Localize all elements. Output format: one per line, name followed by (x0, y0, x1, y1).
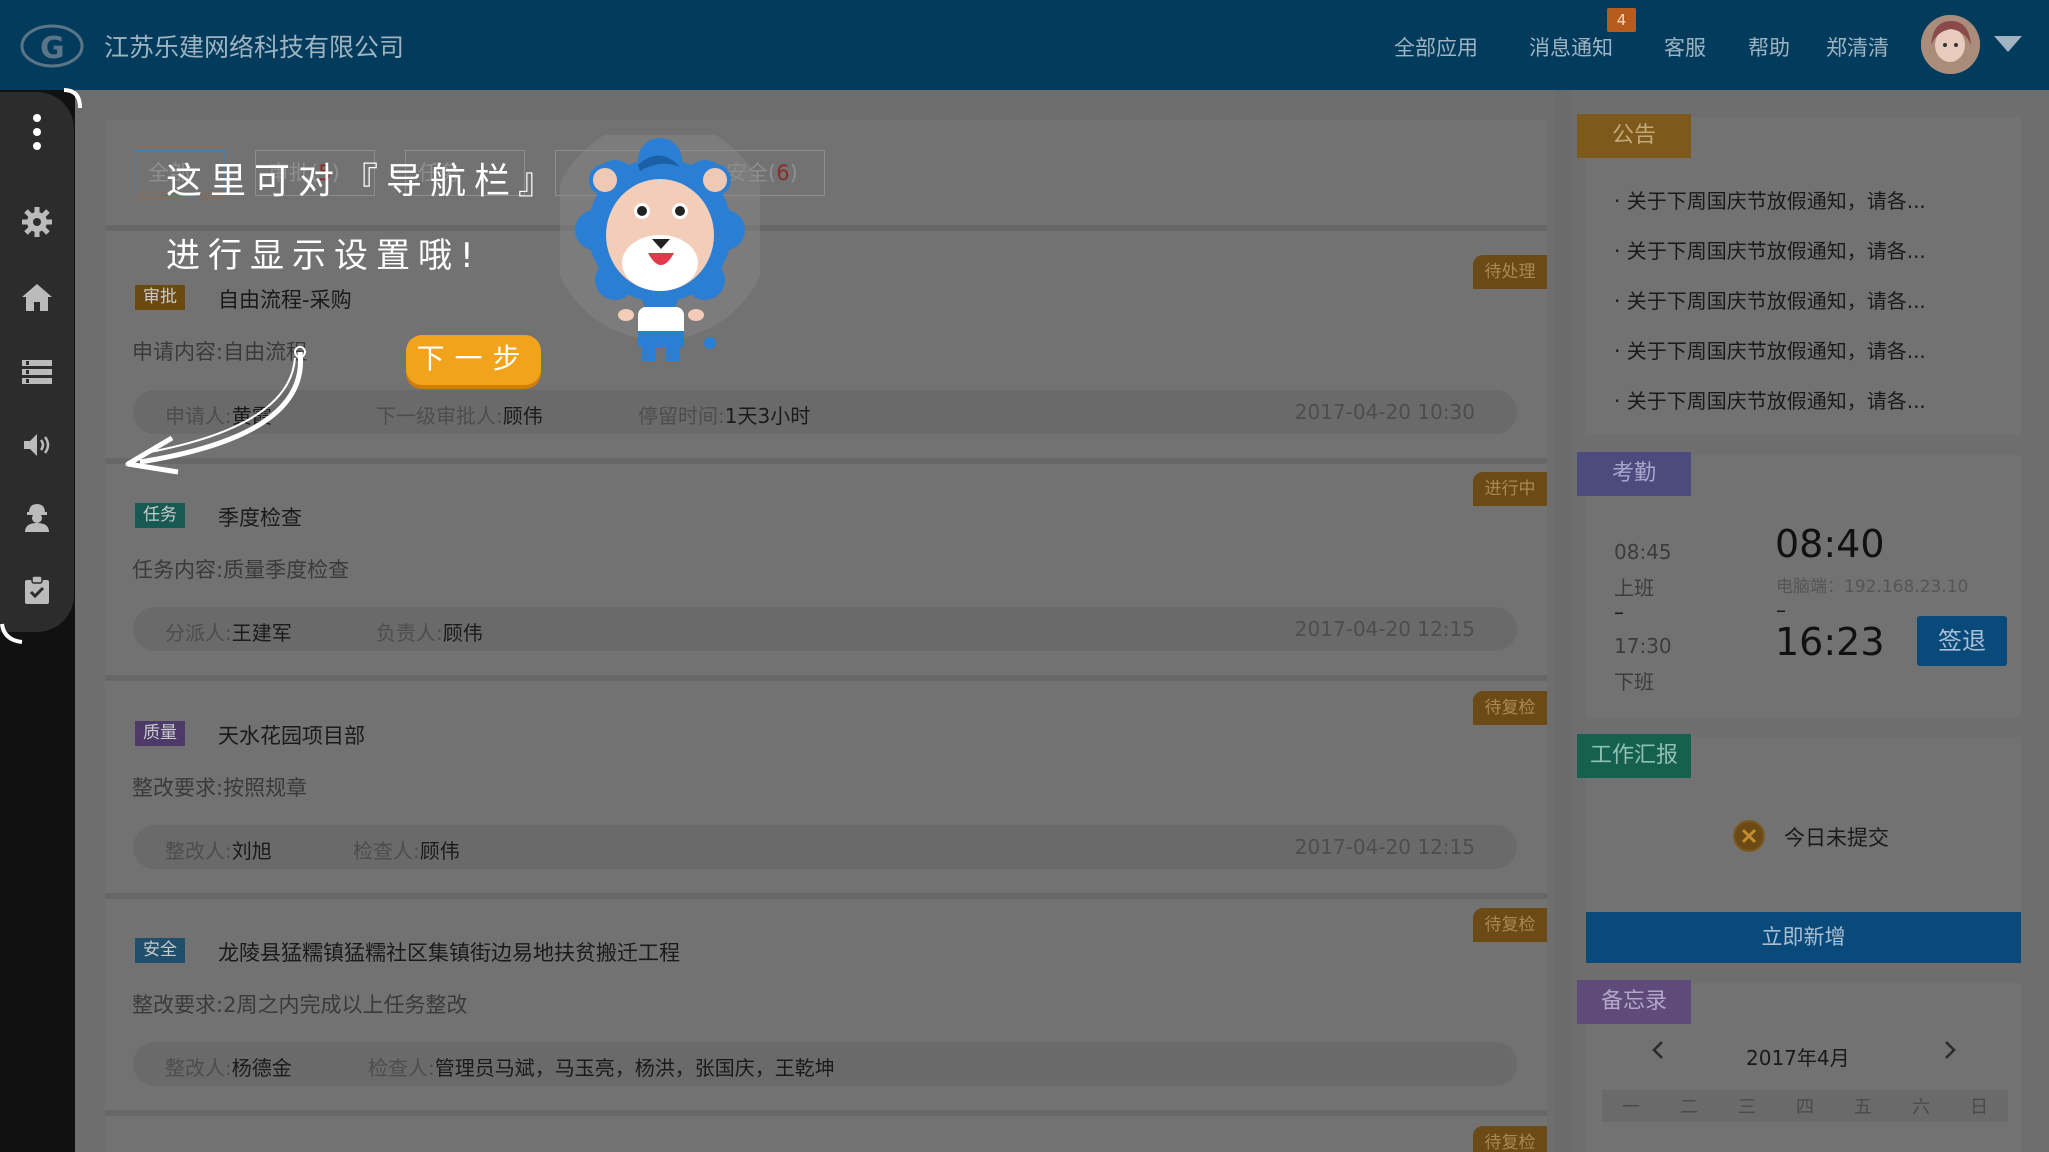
sign-out-button[interactable]: 签退 (1917, 616, 2007, 666)
notice-item[interactable]: · 关于下周国庆节放假通知，请各... (1614, 235, 1926, 264)
dash: – (1776, 598, 1786, 622)
clipboard-check-icon[interactable] (17, 570, 57, 610)
item-title[interactable]: 天水花园项目部 (218, 720, 365, 750)
status-badge: 进行中 (1473, 472, 1547, 506)
item-description: 整改要求:按照规章 (132, 776, 308, 800)
item-meta-bar: 分派人:王建军 负责人:顾伟 2017-04-20 12:15 (133, 607, 1517, 651)
nav-all-apps[interactable]: 全部应用 (1394, 32, 1478, 62)
nav-help[interactable]: 帮助 (1748, 32, 1790, 62)
status-badge: 待处理 (1473, 255, 1547, 289)
user-menu-chevron-down-icon[interactable] (1994, 36, 2022, 52)
status-badge: 待复检 (1473, 908, 1547, 942)
company-logo-icon: G (20, 24, 84, 68)
sidebar-nav-popout (0, 92, 74, 632)
tag-task: 任务 (135, 503, 185, 528)
notice-title: 公告 (1577, 114, 1691, 158)
work-start-time: 08:45 (1614, 540, 1672, 564)
meta-date: 2017-04-20 12:15 (1294, 617, 1475, 641)
item-title[interactable]: 自由流程-采购 (218, 284, 352, 314)
calendar-weekdays: 一 二 三 四 五 六 日 (1602, 1090, 2008, 1122)
notice-item[interactable]: · 关于下周国庆节放假通知，请各... (1614, 385, 1926, 414)
next-step-button[interactable]: 下一步 (406, 335, 541, 385)
weekday-label: 五 (1854, 1097, 1872, 1118)
divider (105, 893, 1547, 899)
close-circle-icon (1733, 820, 1765, 852)
attendance-title: 考勤 (1577, 452, 1691, 496)
notification-count-badge: 4 (1607, 8, 1636, 32)
tag-quality: 质量 (135, 721, 185, 746)
nav-customer-service[interactable]: 客服 (1664, 32, 1706, 62)
corner-mark-icon (63, 88, 82, 109)
weekday-label: 日 (1970, 1097, 1988, 1118)
checkin-time: 08:40 (1775, 522, 1885, 566)
item-title[interactable]: 龙陵县猛糯镇猛糯社区集镇街边易地扶贫搬迁工程 (218, 937, 680, 967)
weekday-label: 六 (1912, 1097, 1930, 1118)
weekday-label: 四 (1796, 1097, 1814, 1118)
list-icon[interactable] (17, 352, 57, 392)
meta-date: 2017-04-20 10:30 (1294, 400, 1475, 424)
calendar-month: 2017年4月 (1746, 1046, 1850, 1070)
meta-owner: 负责人:顾伟 (376, 621, 483, 645)
top-header: G 江苏乐建网络科技有限公司 全部应用 消息通知 4 客服 帮助 郑清清 (0, 0, 2049, 90)
user-avatar[interactable] (1921, 15, 1980, 74)
item-description: 任务内容:质量季度检查 (132, 558, 350, 582)
chevron-right-icon[interactable] (1940, 1040, 1960, 1060)
corner-mark-icon (0, 623, 23, 644)
work-end-time: 17:30 (1614, 634, 1672, 658)
item-title[interactable]: 季度检查 (218, 502, 302, 532)
meta-assigner: 分派人:王建军 (165, 621, 292, 645)
meta-rectifier: 整改人:刘旭 (165, 839, 272, 863)
guide-line-2: 进行显示设置哦! (166, 236, 482, 276)
notice-item[interactable]: · 关于下周国庆节放假通知，请各... (1614, 185, 1926, 214)
worker-icon[interactable] (17, 497, 57, 537)
item-meta-bar: 整改人:刘旭 检查人:顾伟 2017-04-20 12:15 (133, 825, 1517, 869)
meta-next-approver: 下一级审批人:顾伟 (376, 404, 543, 428)
home-icon[interactable] (17, 277, 57, 317)
gear-icon[interactable] (17, 202, 57, 242)
status-badge: 待复检 (1473, 691, 1547, 725)
weekday-label: 一 (1622, 1097, 1640, 1118)
meta-rectifier: 整改人:杨德金 (165, 1056, 292, 1080)
item-meta-bar: 整改人:杨德金 检查人:管理员马斌，马玉亮，杨洪，张国庆，王乾坤 (133, 1042, 1517, 1086)
memo-title: 备忘录 (1577, 980, 1691, 1024)
company-name: 江苏乐建网络科技有限公司 (104, 33, 405, 62)
meta-date: 2017-04-20 12:15 (1294, 835, 1475, 859)
divider (105, 458, 1547, 464)
meta-inspector: 检查人:管理员马斌，马玉亮，杨洪，张国庆，王乾坤 (368, 1056, 835, 1080)
work-report-title: 工作汇报 (1577, 734, 1691, 778)
more-vert-icon[interactable] (17, 112, 57, 152)
notice-item[interactable]: · 关于下周国庆节放假通知，请各... (1614, 285, 1926, 314)
checkout-time: 16:23 (1775, 620, 1885, 664)
tag-approval: 审批 (135, 285, 185, 310)
report-status: 今日未提交 (1784, 826, 1889, 850)
checkin-ip: 电脑端：192.168.23.10 (1776, 577, 1969, 597)
divider (105, 675, 1547, 681)
meta-inspector: 检查人:顾伟 (353, 839, 460, 863)
guide-arrow-icon (125, 346, 306, 475)
divider (105, 1110, 1547, 1116)
work-end-label: 下班 (1614, 670, 1654, 694)
item-description: 整改要求:2周之内完成以上任务整改 (132, 993, 468, 1017)
weekday-label: 三 (1738, 1097, 1756, 1118)
chevron-left-icon[interactable] (1648, 1040, 1668, 1060)
notice-item[interactable]: · 关于下周国庆节放假通知，请各... (1614, 335, 1926, 364)
add-report-button[interactable]: 立即新增 (1586, 912, 2021, 963)
nav-username[interactable]: 郑清清 (1826, 32, 1889, 62)
meta-stay-time: 停留时间:1天3小时 (638, 404, 811, 428)
dash: – (1614, 600, 1624, 624)
lion-mascot-icon (560, 135, 760, 361)
tag-safety: 安全 (135, 938, 185, 963)
svg-text:G: G (40, 31, 65, 66)
nav-notifications[interactable]: 消息通知 (1529, 32, 1613, 62)
item-meta-bar: 申请人:黄霞 下一级审批人:顾伟 停留时间:1天3小时 2017-04-20 1… (133, 390, 1517, 434)
weekday-label: 二 (1680, 1097, 1698, 1118)
work-start-label: 上班 (1614, 576, 1654, 600)
speaker-icon[interactable] (17, 425, 57, 465)
status-badge: 待复检 (1473, 1126, 1547, 1152)
guide-line-1: 这里可对『导航栏』 (166, 161, 563, 202)
